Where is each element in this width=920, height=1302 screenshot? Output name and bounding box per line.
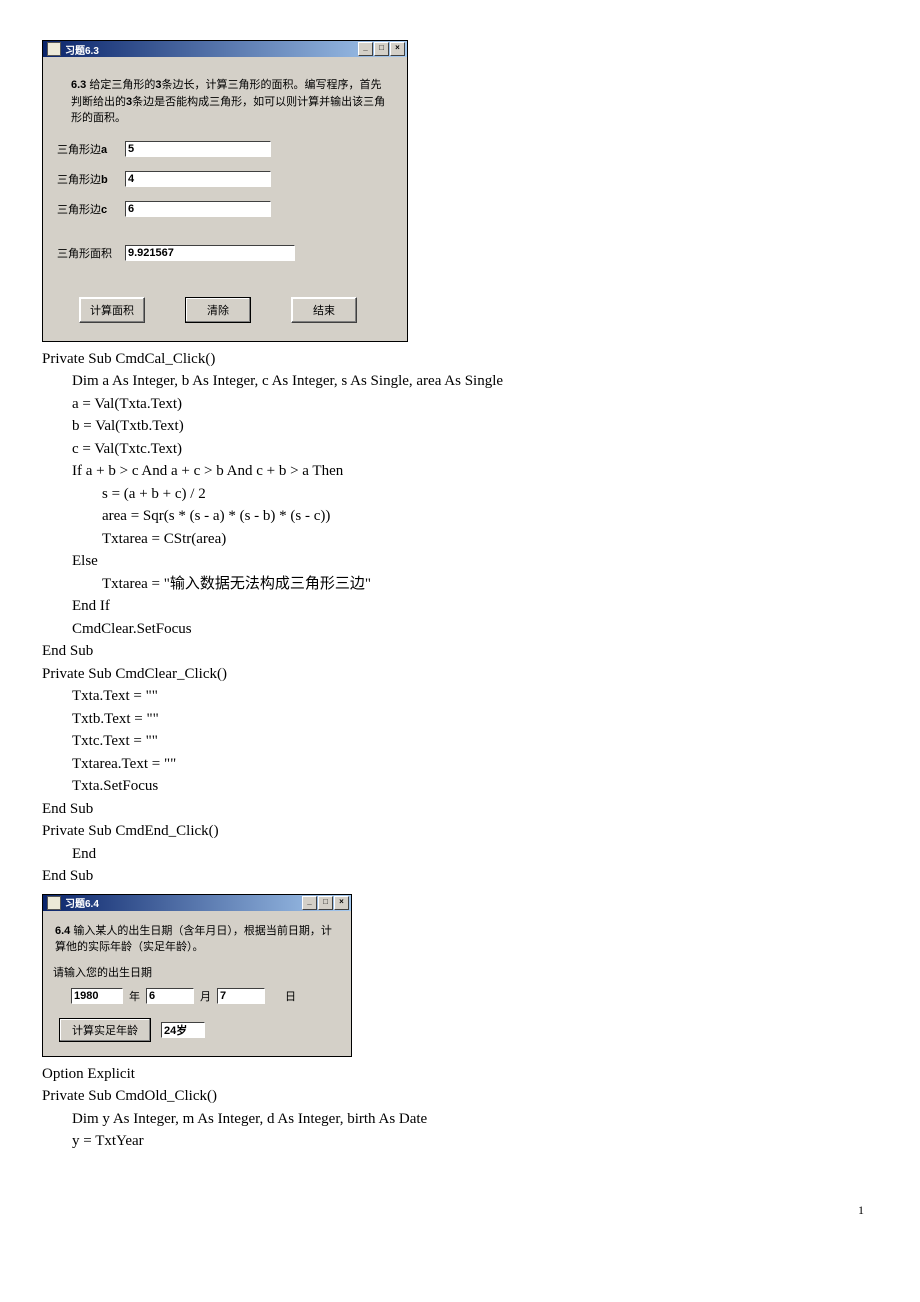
vb-window-6-4: 习题6.4 _ □ × 6.4 输入某人的出生日期（含年月日），根据当前日期，计… — [42, 894, 352, 1057]
label-side-b: 三角形边b — [57, 171, 125, 187]
label-month: 月 — [200, 988, 211, 1004]
end-button[interactable]: 结束 — [291, 297, 357, 323]
prompt-label: 请输入您的出生日期 — [53, 964, 341, 980]
input-day[interactable]: 7 — [217, 988, 265, 1004]
input-side-a[interactable]: 5 — [125, 141, 271, 157]
window-title: 习题6.3 — [65, 42, 99, 57]
problem-description-64: 6.4 输入某人的出生日期（含年月日），根据当前日期，计算他的实际年龄（实足年龄… — [55, 923, 339, 956]
input-month[interactable]: 6 — [146, 988, 194, 1004]
code-block-63: Private Sub CmdCal_Click() Dim a As Inte… — [42, 348, 878, 888]
page-number: 1 — [42, 1203, 878, 1218]
problem-description: 6.3 给定三角形的3条边长，计算三角形的面积。编写程序，首先判断给出的3条边是… — [71, 77, 387, 127]
window-title-64: 习题6.4 — [65, 895, 99, 910]
output-area: 9.921567 — [125, 245, 295, 261]
calc-age-button[interactable]: 计算实足年龄 — [59, 1018, 151, 1042]
minimize-icon[interactable]: _ — [302, 896, 317, 910]
maximize-icon[interactable]: □ — [374, 42, 389, 56]
label-area: 三角形面积 — [57, 245, 125, 261]
input-side-c[interactable]: 6 — [125, 201, 271, 217]
close-icon[interactable]: × — [390, 42, 405, 56]
app-icon — [47, 42, 61, 56]
input-year[interactable]: 1980 — [71, 988, 123, 1004]
app-icon — [47, 896, 61, 910]
calc-button[interactable]: 计算面积 — [79, 297, 145, 323]
label-day: 日 — [285, 988, 296, 1004]
close-icon[interactable]: × — [334, 896, 349, 910]
label-year: 年 — [129, 988, 140, 1004]
code-block-64: Option Explicit Private Sub CmdOld_Click… — [42, 1063, 878, 1153]
maximize-icon[interactable]: □ — [318, 896, 333, 910]
minimize-icon[interactable]: _ — [358, 42, 373, 56]
title-bar-64: 习题6.4 _ □ × — [43, 895, 351, 911]
output-age: 24岁 — [161, 1022, 205, 1038]
clear-button[interactable]: 清除 — [185, 297, 251, 323]
label-side-c: 三角形边c — [57, 201, 125, 217]
title-bar: 习题6.3 _ □ × — [43, 41, 407, 57]
vb-window-6-3: 习题6.3 _ □ × 6.3 给定三角形的3条边长，计算三角形的面积。编写程序… — [42, 40, 408, 342]
label-side-a: 三角形边a — [57, 141, 125, 157]
input-side-b[interactable]: 4 — [125, 171, 271, 187]
